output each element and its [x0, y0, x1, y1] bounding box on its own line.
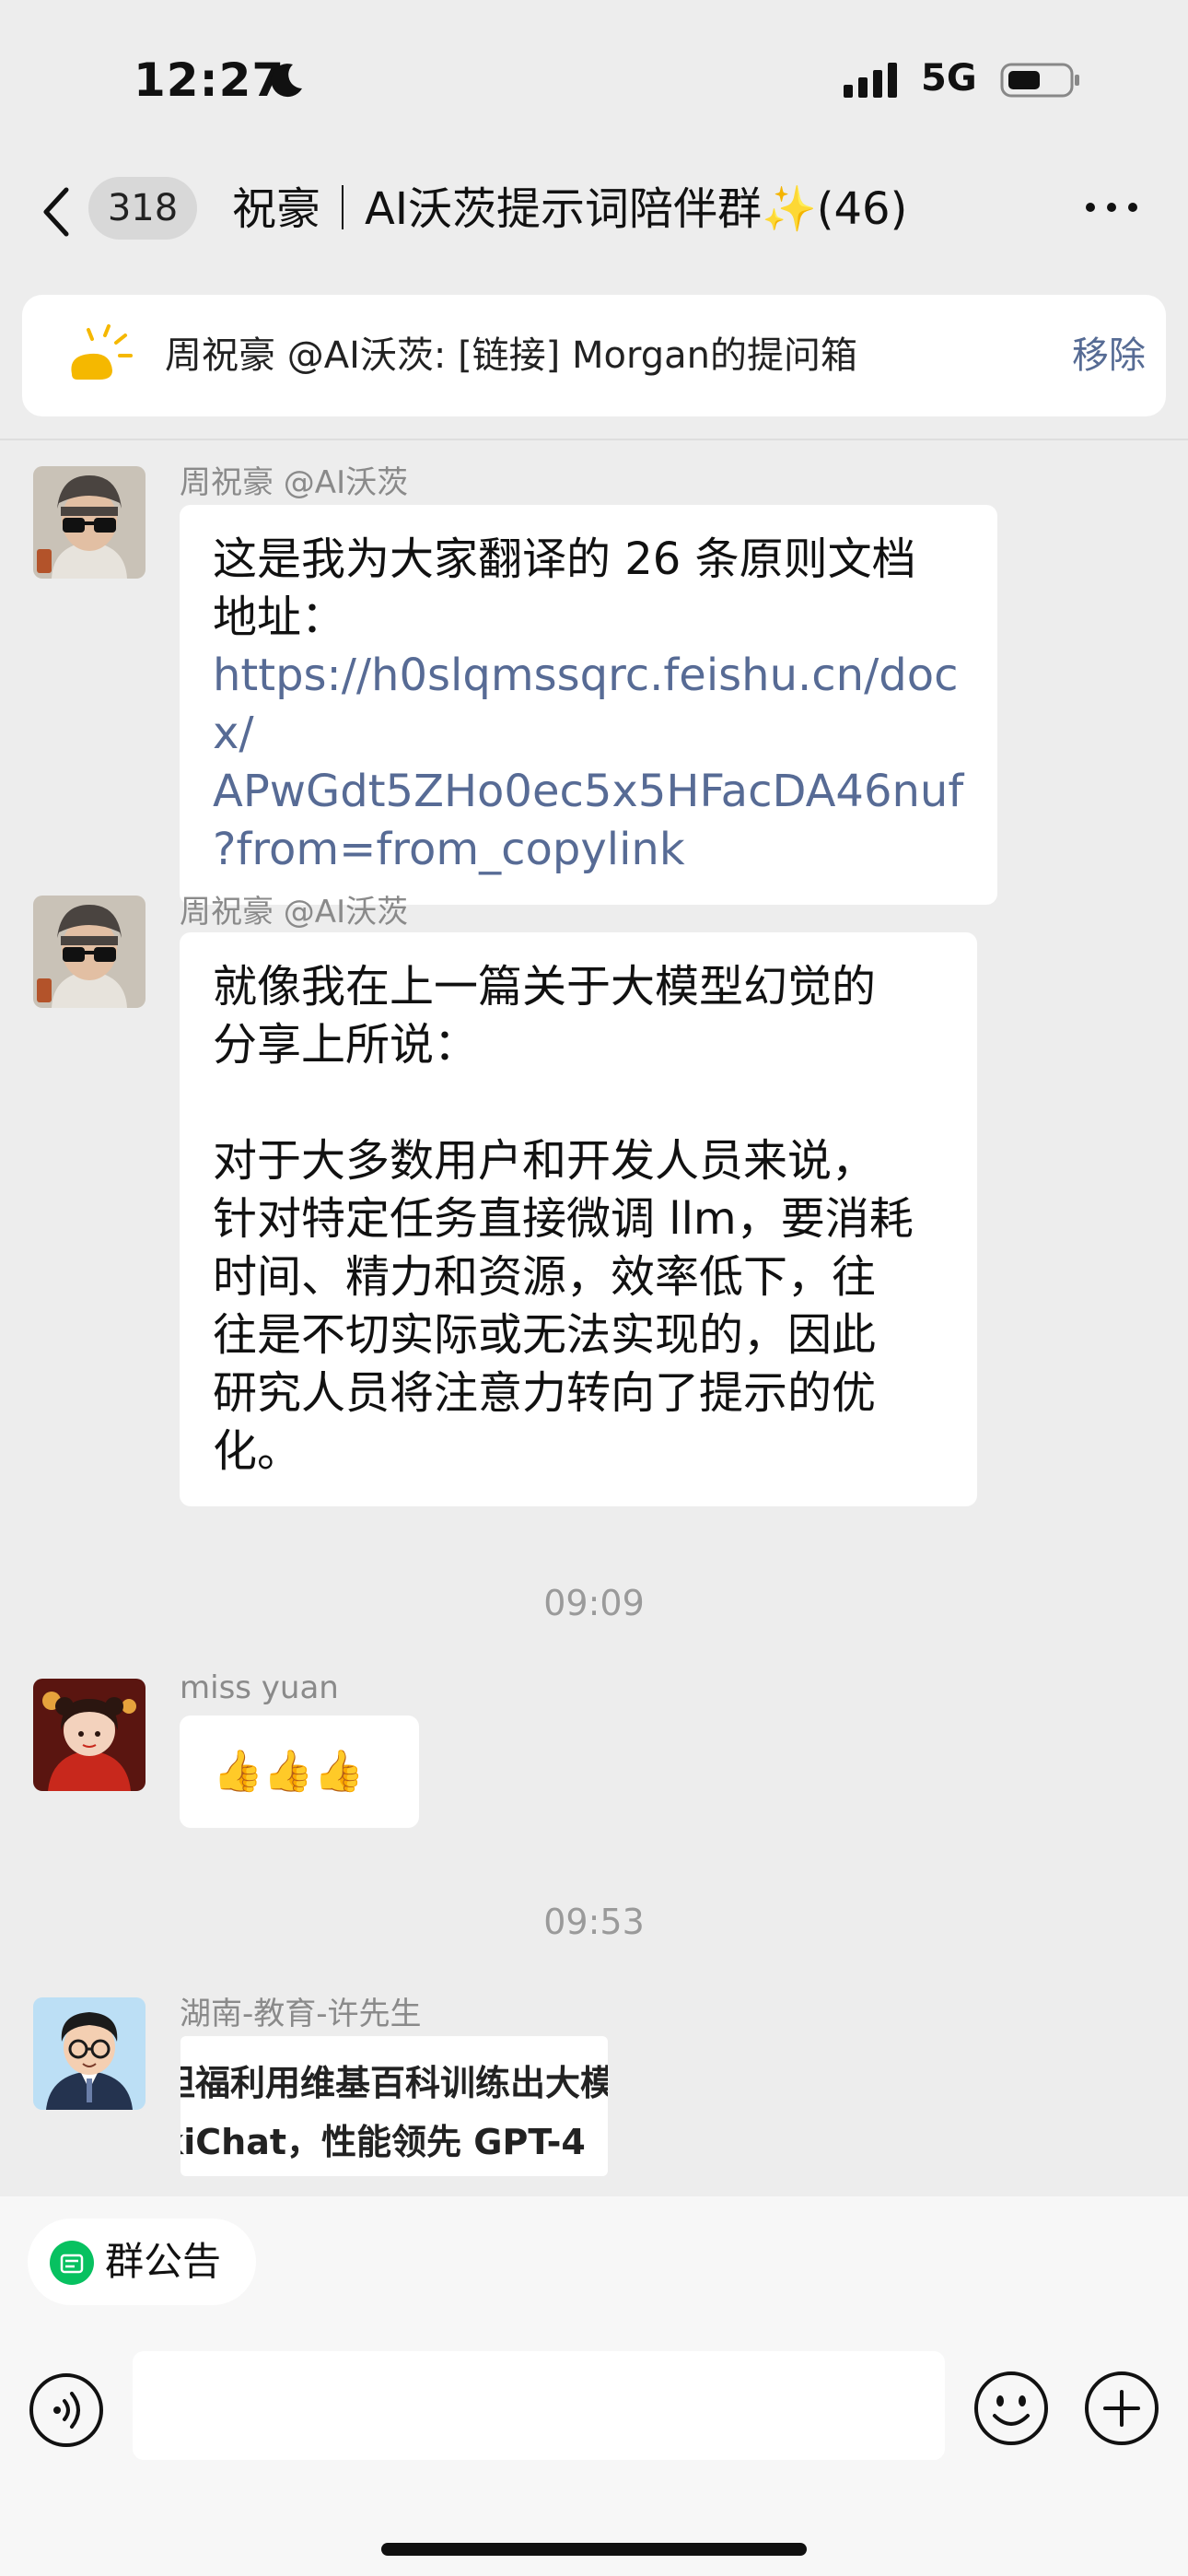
message-input[interactable] — [133, 2351, 945, 2460]
message-text: 这是我为大家翻译的 26 条原则文档 — [213, 533, 916, 585]
avatar[interactable] — [33, 466, 146, 579]
chat-header: 318 祝豪｜AI沃茨提示词陪伴群✨(46) — [0, 157, 1188, 263]
sender-name: 周祝豪 @AI沃茨 — [180, 464, 409, 501]
shared-article-card[interactable]: 坦福利用维基百科训练出大模 kiChat，性能领先 GPT-4 — [181, 2036, 608, 2176]
message-bubble[interactable]: 这是我为大家翻译的 26 条原则文档 地址： https://h0slqmssq… — [180, 505, 997, 905]
message-text: 往是不切实际或无法实现的，因此 — [213, 1309, 877, 1361]
sun-icon — [71, 324, 133, 380]
message-link[interactable]: APwGdt5ZHo0ec5x5HFacDA46nuf — [213, 763, 964, 821]
chevron-left-icon[interactable] — [37, 184, 74, 240]
voice-icon[interactable] — [28, 2371, 105, 2449]
pinned-message-bar[interactable]: 周祝豪 @AI沃茨: [链接] Morgan的提问箱 移除 — [22, 295, 1166, 416]
signal-icon — [844, 63, 897, 98]
message-text: 研究人员将注意力转向了提示的优 — [213, 1367, 877, 1419]
ellipsis-icon[interactable] — [1079, 189, 1144, 226]
home-indicator — [381, 2543, 807, 2556]
message-text: 分享上所说： — [213, 1019, 479, 1071]
avatar[interactable] — [33, 1997, 146, 2110]
message-link[interactable]: https://h0slqmssqrc.feishu.cn/docx/ — [213, 647, 964, 763]
battery-icon — [1000, 63, 1079, 98]
plus-icon[interactable] — [1083, 2370, 1160, 2447]
message-link[interactable]: ?from=from_copylink — [213, 821, 964, 879]
moon-icon — [271, 64, 302, 98]
status-bar: 12:27 5G — [0, 0, 1188, 157]
status-time: 12:27 — [134, 53, 285, 107]
message-text — [213, 1074, 944, 1132]
announcement-icon — [50, 2241, 94, 2285]
message-text: 对于大多数用户和开发人员来说， — [213, 1135, 877, 1187]
card-title-line: 坦福利用维基百科训练出大模 — [181, 2063, 608, 2103]
avatar[interactable] — [33, 896, 146, 1008]
message-text: 针对特定任务直接微调 llm，要消耗 — [213, 1193, 914, 1245]
group-notice-button[interactable]: 群公告 — [28, 2219, 256, 2305]
thumbs-up-emoji: 👍👍👍 — [213, 1748, 365, 1795]
sender-name: 周祝豪 @AI沃茨 — [180, 894, 409, 931]
message-text: 就像我在上一篇关于大模型幻觉的 — [213, 961, 877, 1013]
emoji-icon[interactable] — [973, 2370, 1050, 2447]
network-label: 5G — [921, 57, 977, 100]
chat-input-area: 群公告 — [0, 2196, 1188, 2576]
timestamp: 09:53 — [543, 1902, 645, 1942]
remove-pinned-button[interactable]: 移除 — [1035, 322, 1146, 389]
group-notice-label: 群公告 — [105, 2239, 222, 2284]
sender-name: miss yuan — [180, 1669, 339, 1706]
avatar[interactable] — [33, 1679, 146, 1791]
header-divider — [0, 439, 1188, 440]
unread-count-badge[interactable]: 318 — [88, 177, 197, 240]
message-text: 化。 — [213, 1425, 302, 1477]
pinned-message-text: 周祝豪 @AI沃茨: [链接] Morgan的提问箱 — [165, 334, 857, 377]
message-text: 地址： — [213, 591, 346, 643]
card-title-line: kiChat，性能领先 GPT-4 — [181, 2122, 586, 2162]
message-text: 时间、精力和资源，效率低下，往 — [213, 1251, 877, 1303]
message-bubble[interactable]: 就像我在上一篇关于大模型幻觉的 分享上所说： 对于大多数用户和开发人员来说， 针… — [180, 932, 977, 1506]
sender-name: 湖南-教育-许先生 — [180, 1996, 422, 2032]
chat-title: 祝豪｜AI沃茨提示词陪伴群✨(46) — [232, 183, 908, 235]
message-bubble[interactable]: 👍👍👍 — [180, 1715, 419, 1828]
timestamp: 09:09 — [543, 1583, 645, 1623]
